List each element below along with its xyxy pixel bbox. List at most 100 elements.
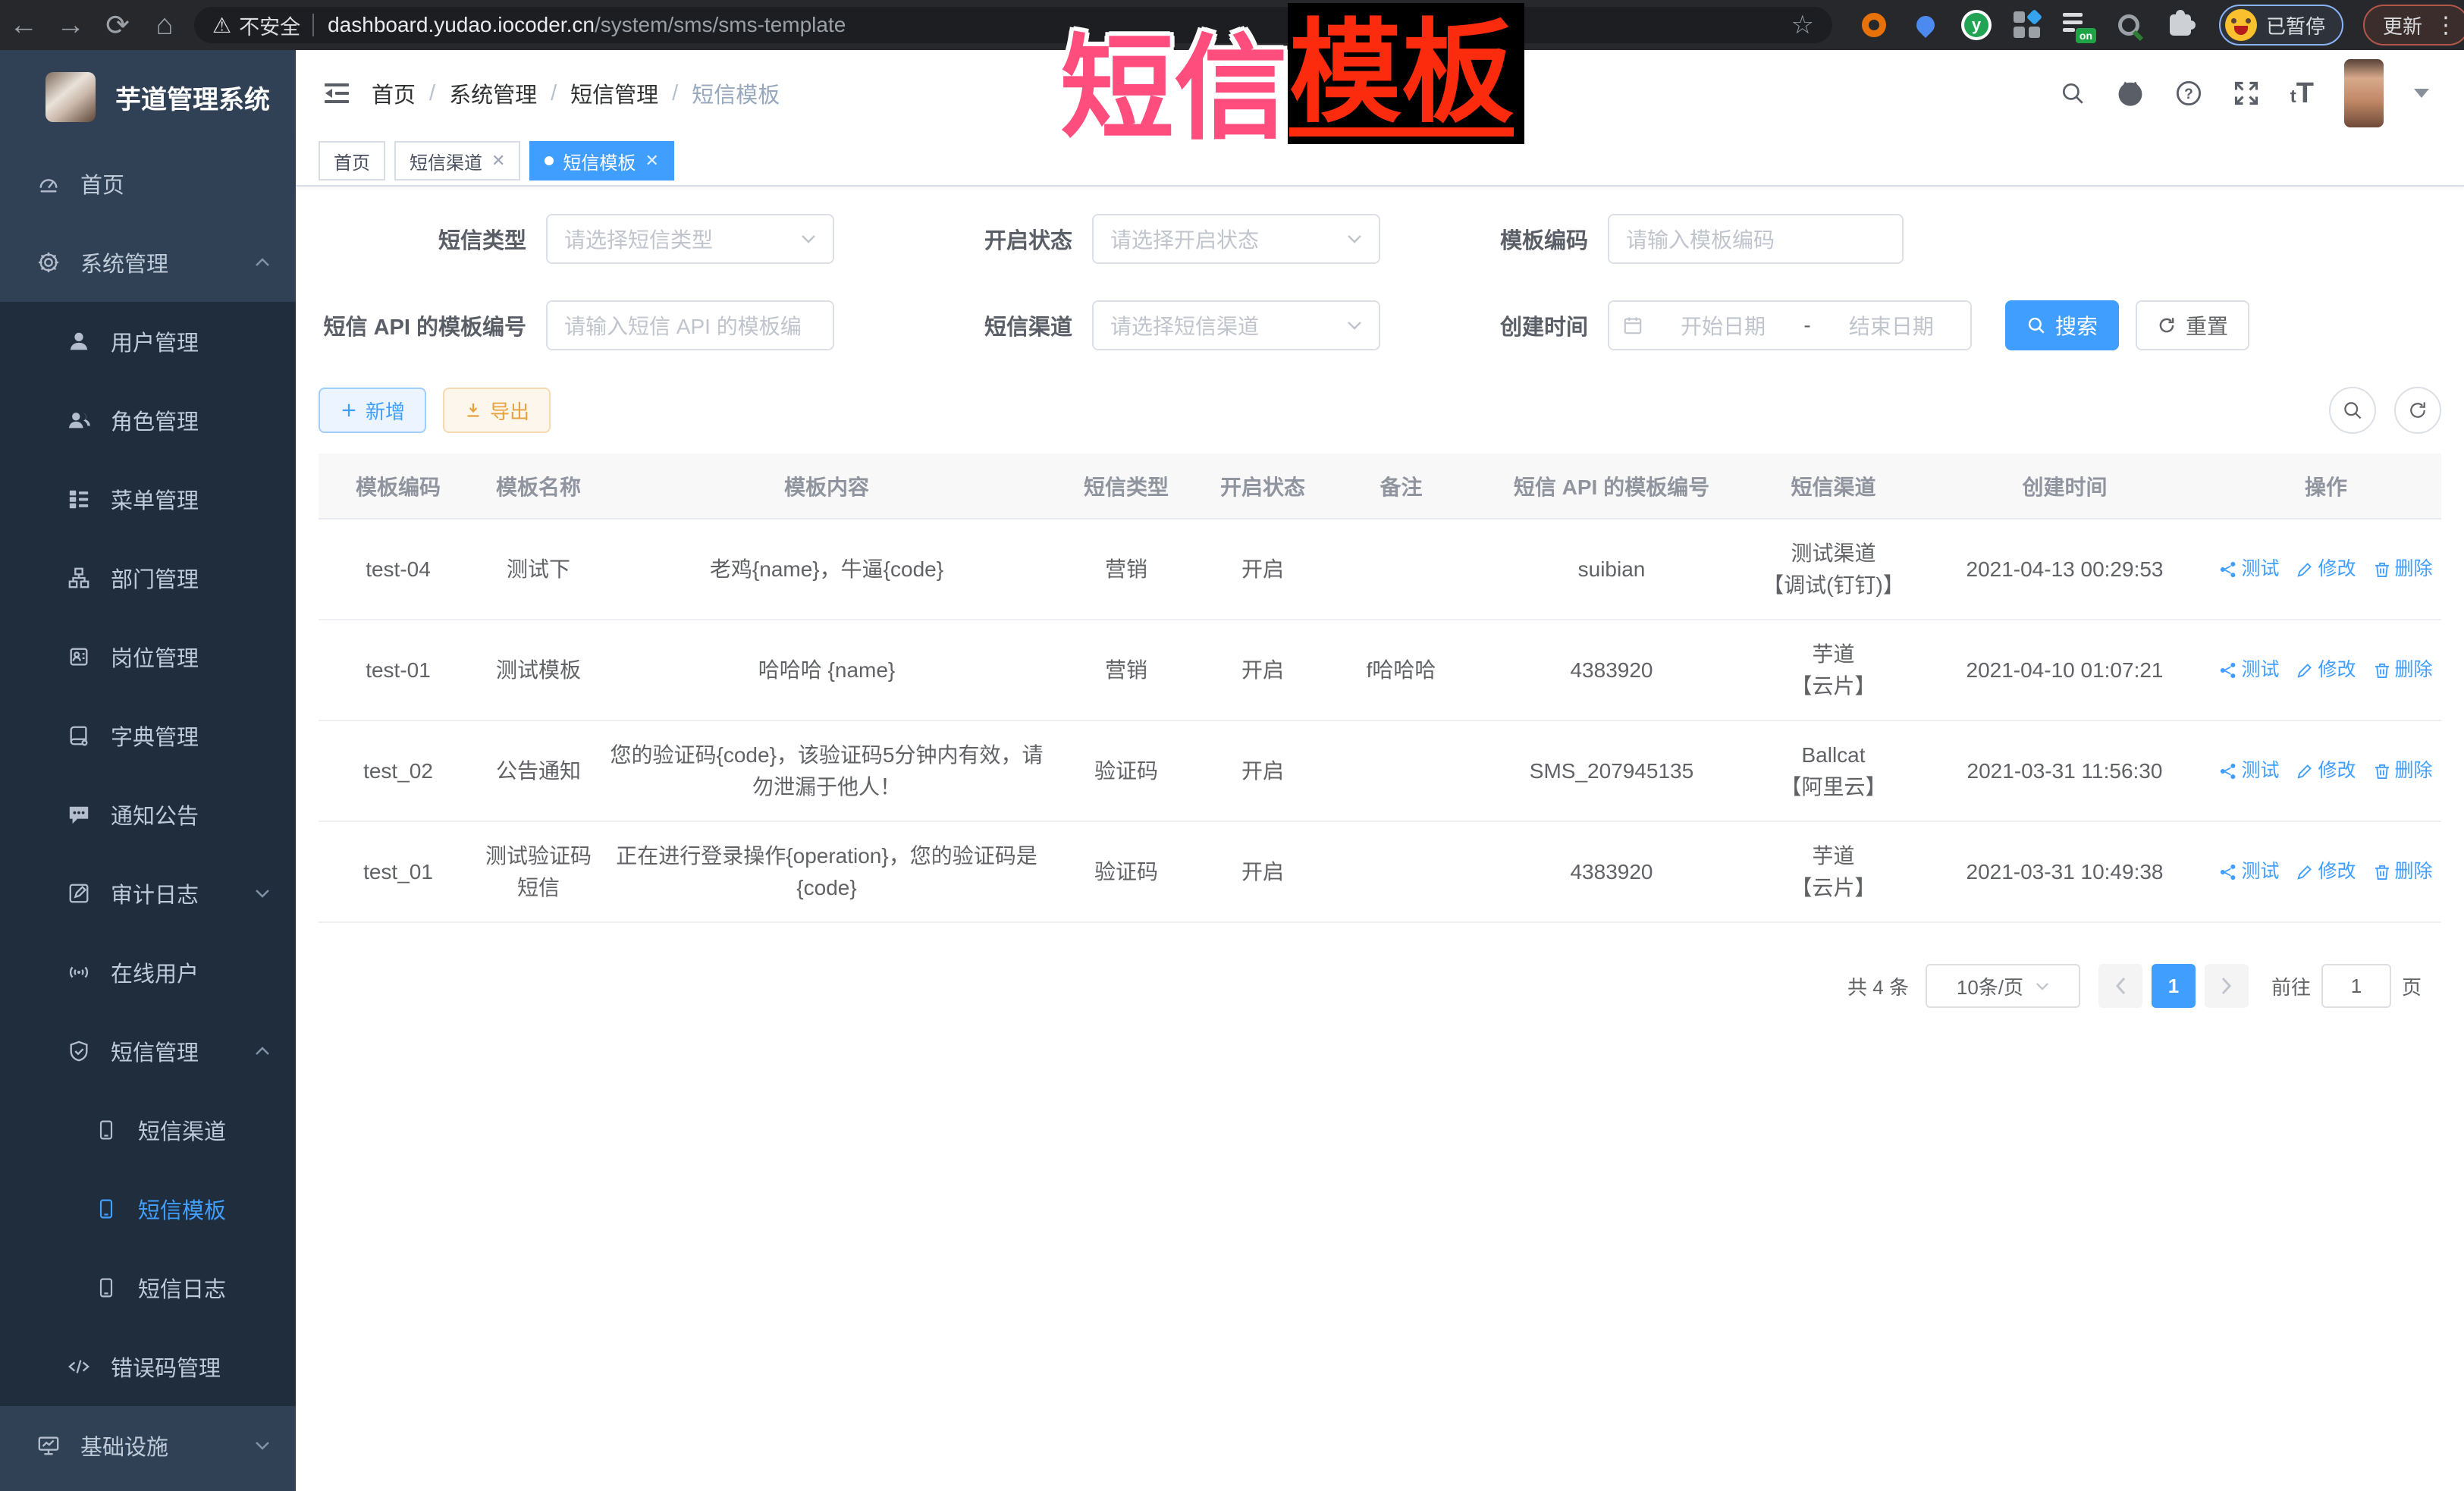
template-code-input[interactable]: 请输入模板编码	[1608, 214, 1904, 264]
fullscreen-icon[interactable]	[2233, 80, 2260, 107]
sidebar-item-sms[interactable]: 短信管理	[0, 1012, 296, 1091]
breadcrumb-separator: /	[672, 81, 678, 106]
tab-close-icon[interactable]: ✕	[491, 151, 505, 171]
filter-label-api-id: 短信 API 的模板编号	[319, 309, 546, 341]
edit-link[interactable]: 修改	[2296, 555, 2356, 584]
header-search-icon[interactable]	[2060, 80, 2086, 106]
date-start-placeholder[interactable]: 开始日期	[1658, 310, 1788, 341]
app-logo	[46, 72, 96, 122]
goto-page-input[interactable]: 1	[2321, 964, 2391, 1008]
font-size-icon[interactable]: tT	[2290, 79, 2314, 108]
menu-tree-icon	[65, 488, 93, 510]
date-range-picker[interactable]: 开始日期 - 结束日期	[1608, 300, 1972, 350]
sidebar-item-notice[interactable]: 通知公告	[0, 775, 296, 854]
sidebar-item-label: 字典管理	[111, 720, 199, 752]
test-link[interactable]: 测试	[2219, 858, 2279, 887]
input-placeholder: 请输入模板编码	[1626, 224, 1775, 254]
sidebar-item-departments[interactable]: 部门管理	[0, 538, 296, 617]
reset-button[interactable]: 重置	[2136, 300, 2249, 350]
breadcrumb-sms[interactable]: 短信管理	[570, 77, 658, 109]
delete-link[interactable]: 删除	[2373, 656, 2433, 685]
sms-type-select[interactable]: 请选择短信类型	[546, 214, 834, 264]
cell-content: 老鸡{name}，牛逼{code}	[599, 519, 1054, 620]
export-button[interactable]: 导出	[443, 388, 551, 433]
page-number-button[interactable]: 1	[2152, 964, 2196, 1008]
sidebar-item-sms-channel[interactable]: 短信渠道	[0, 1091, 296, 1169]
update-label: 更新	[2383, 11, 2422, 39]
user-avatar[interactable]	[2344, 59, 2384, 127]
browser-back-icon[interactable]: ←	[0, 9, 47, 42]
sidebar-item-menus[interactable]: 菜单管理	[0, 460, 296, 538]
sidebar-item-error-codes[interactable]: 错误码管理	[0, 1327, 296, 1406]
chevron-down-icon	[2036, 982, 2049, 990]
delete-link[interactable]: 删除	[2373, 555, 2433, 584]
tab-sms-channel[interactable]: 短信渠道 ✕	[394, 141, 520, 180]
extension-orange-ring-icon[interactable]	[1858, 9, 1890, 41]
test-link[interactable]: 测试	[2219, 555, 2279, 584]
profile-paused-chip[interactable]: 已暂停	[2219, 5, 2343, 46]
github-icon[interactable]	[2116, 79, 2145, 108]
app-logo-row[interactable]: 芋道管理系统	[0, 50, 296, 144]
tab-close-icon[interactable]: ✕	[645, 151, 658, 171]
search-button[interactable]: 搜索	[2005, 300, 2119, 350]
status-select[interactable]: 请选择开启状态	[1092, 214, 1380, 264]
cell-actions: 测试 修改 删除	[2211, 821, 2441, 922]
show-search-toggle-button[interactable]	[2329, 387, 2376, 434]
sidebar-item-audit-log[interactable]: 审计日志	[0, 854, 296, 933]
sidebar-item-roles[interactable]: 角色管理	[0, 381, 296, 460]
edit-link[interactable]: 修改	[2296, 858, 2356, 887]
sidebar-item-dict[interactable]: 字典管理	[0, 696, 296, 775]
page-size-select[interactable]: 10条/页	[1926, 964, 2080, 1008]
test-link[interactable]: 测试	[2219, 656, 2279, 685]
security-label[interactable]: 不安全	[239, 11, 300, 40]
sidebar-item-home[interactable]: 首页	[0, 144, 296, 223]
browser-reload-icon[interactable]: ⟳	[94, 8, 141, 42]
sidebar-item-system[interactable]: 系统管理	[0, 223, 296, 302]
date-end-placeholder[interactable]: 结束日期	[1826, 310, 1957, 341]
prev-page-button[interactable]	[2098, 964, 2142, 1008]
avatar-caret-down-icon[interactable]	[2414, 89, 2429, 98]
extension-grid-icon[interactable]	[2011, 9, 2043, 41]
browser-update-button[interactable]: 更新 ⋮	[2363, 5, 2464, 46]
hamburger-icon[interactable]	[323, 81, 350, 105]
extension-list-on-icon[interactable]: on	[2063, 10, 2093, 40]
extension-green-y-icon[interactable]: y	[1961, 10, 1992, 40]
breadcrumb-system[interactable]: 系统管理	[449, 77, 537, 109]
extension-blue-pin-icon[interactable]	[1910, 9, 1941, 41]
breadcrumb-home[interactable]: 首页	[372, 77, 416, 109]
pagination: 共 4 条 10条/页 1 前往 1 页	[319, 964, 2441, 1008]
edit-link[interactable]: 修改	[2296, 656, 2356, 685]
test-link[interactable]: 测试	[2219, 757, 2279, 786]
sidebar-item-users[interactable]: 用户管理	[0, 302, 296, 381]
sms-template-table: 模板编码 模板名称 模板内容 短信类型 开启状态 备注 短信 API 的模板编号…	[319, 454, 2441, 923]
extension-magnifier-icon[interactable]	[2113, 9, 2145, 41]
extension-puzzle-icon[interactable]	[2164, 9, 2196, 41]
url-path[interactable]: /system/sms/sms-template	[595, 13, 846, 37]
cell-name: 公告通知	[478, 720, 599, 821]
delete-link[interactable]: 删除	[2373, 858, 2433, 887]
browser-home-icon[interactable]: ⌂	[141, 9, 188, 42]
channel-code: 【调试(钉钉)】	[1756, 570, 1911, 601]
comment-icon	[65, 803, 93, 826]
sidebar-item-infrastructure[interactable]: 基础设施	[0, 1406, 296, 1485]
sidebar-item-sms-template[interactable]: 短信模板	[0, 1169, 296, 1248]
help-icon[interactable]: ?	[2175, 80, 2202, 107]
url-host[interactable]: dashboard.yudao.iocoder.cn	[328, 13, 595, 37]
channel-select[interactable]: 请选择短信渠道	[1092, 300, 1380, 350]
tab-sms-template[interactable]: 短信模板 ✕	[529, 141, 673, 180]
delete-link[interactable]: 删除	[2373, 757, 2433, 786]
refresh-table-button[interactable]	[2394, 387, 2441, 434]
tab-home[interactable]: 首页	[319, 141, 385, 180]
sidebar-item-posts[interactable]: 岗位管理	[0, 617, 296, 696]
browser-forward-icon[interactable]: →	[47, 9, 94, 42]
edit-link[interactable]: 修改	[2296, 757, 2356, 786]
url-bar[interactable]: ⚠ 不安全 dashboard.yudao.iocoder.cn /system…	[194, 7, 1832, 43]
add-button[interactable]: 新增	[319, 388, 426, 433]
next-page-button[interactable]	[2205, 964, 2249, 1008]
col-header-channel: 短信渠道	[1748, 454, 1919, 519]
sidebar-item-online-users[interactable]: 在线用户	[0, 933, 296, 1012]
bookmark-star-icon[interactable]: ☆	[1791, 10, 1814, 40]
browser-menu-icon[interactable]: ⋮	[2434, 12, 2457, 39]
sidebar-item-sms-log[interactable]: 短信日志	[0, 1248, 296, 1327]
api-template-id-input[interactable]: 请输入短信 API 的模板编	[546, 300, 834, 350]
